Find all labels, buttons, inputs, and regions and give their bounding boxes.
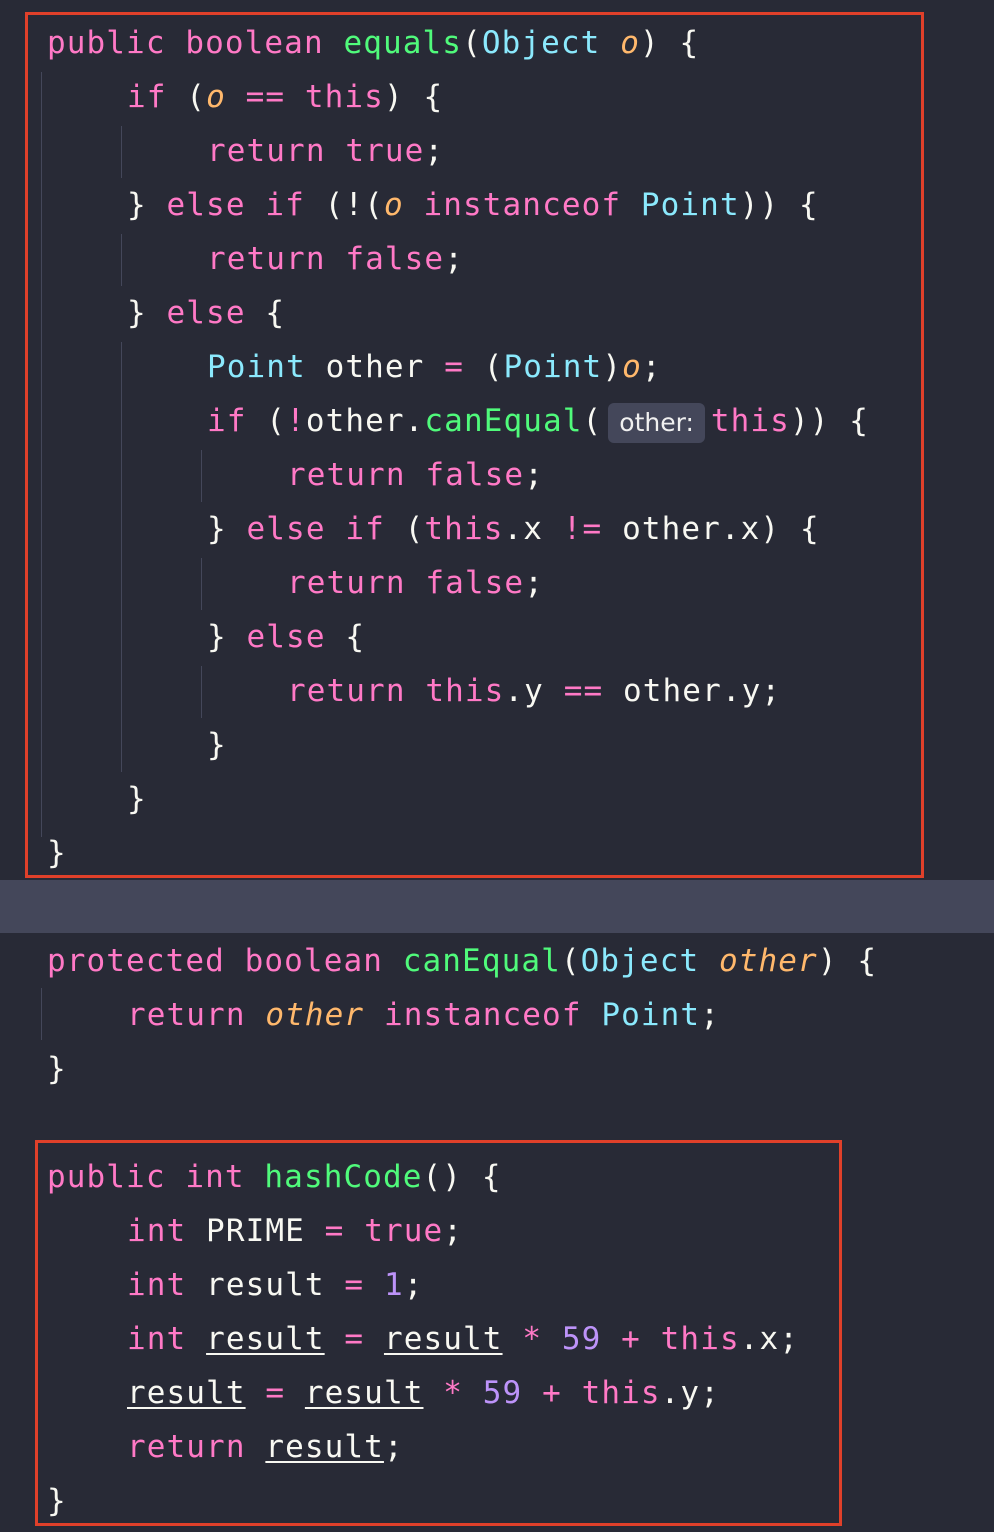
type-object: Object bbox=[580, 943, 700, 979]
keyword-instanceof: instanceof bbox=[383, 997, 582, 1033]
keyword-protected: protected bbox=[47, 943, 225, 979]
method-name-canequal: canEqual bbox=[402, 943, 561, 979]
type-point: Point bbox=[601, 997, 701, 1033]
keyword-boolean: boolean bbox=[244, 943, 383, 979]
code-line: protected boolean canEqual(Object other)… bbox=[47, 934, 877, 988]
punct: ( bbox=[560, 943, 581, 979]
param-other: other bbox=[265, 997, 365, 1033]
punct: ) { bbox=[817, 943, 878, 979]
highlight-box-equals bbox=[25, 12, 924, 878]
code-line: return other instanceof Point; bbox=[127, 988, 720, 1042]
section-separator bbox=[0, 880, 994, 933]
code-line: } bbox=[47, 1042, 67, 1096]
highlight-box-hashcode bbox=[35, 1140, 842, 1526]
punct: } bbox=[47, 1051, 67, 1087]
punct: ; bbox=[700, 997, 720, 1033]
keyword-return: return bbox=[127, 997, 246, 1033]
indent-guide bbox=[41, 988, 42, 1040]
param-other: other bbox=[719, 943, 818, 979]
